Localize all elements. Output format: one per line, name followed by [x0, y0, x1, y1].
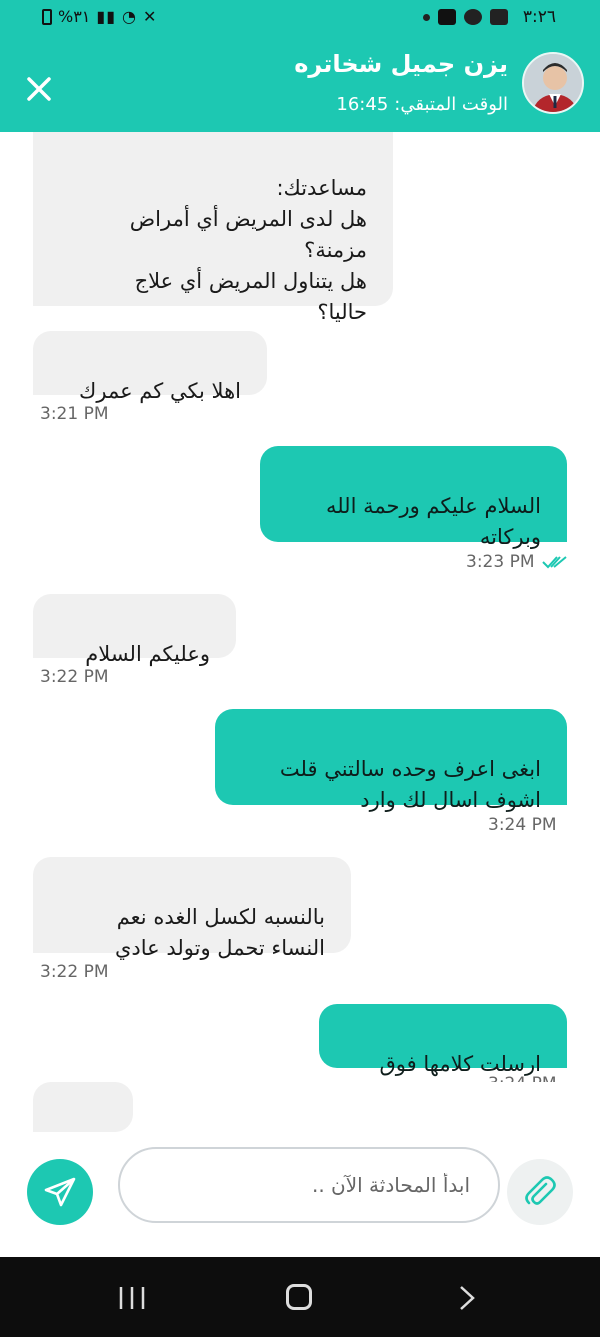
- message-bubble-incoming: بالنسبه لكسل الغده نعم النساء تحمل وتولد…: [33, 857, 351, 960]
- message-text: مساعدتك: هل لدى المريض أي أمراض مزمنة؟ ه…: [129, 176, 367, 324]
- message-time: 3:21 PM: [40, 404, 109, 424]
- message-input[interactable]: [120, 1149, 498, 1221]
- home-icon[interactable]: [286, 1284, 312, 1310]
- message-time: 3:24 PM: [488, 1076, 557, 1082]
- status-bar: %٣١ ▮▮ ◔ ✕ ٣:٢٦: [0, 0, 600, 36]
- message-bubble-incoming: وعليكم السلام: [33, 594, 236, 666]
- message-text: السلام عليكم ورحمة الله وبركاته: [325, 494, 541, 549]
- avatar[interactable]: [522, 52, 584, 114]
- message-text: ارسلت كلامها فوق: [379, 1052, 541, 1076]
- attach-button[interactable]: [507, 1159, 573, 1225]
- composer-bar: [0, 1137, 600, 1257]
- contact-name: يزن جميل شخاتره: [294, 50, 508, 78]
- back-icon[interactable]: [456, 1285, 478, 1311]
- message-list[interactable]: مساعدتك: هل لدى المريض أي أمراض مزمنة؟ ه…: [0, 132, 600, 1137]
- message-text: اهلا بكي كم عمرك: [79, 379, 241, 403]
- message-bubble-incoming-partial: مساعدتك: هل لدى المريض أي أمراض مزمنة؟ ه…: [33, 132, 393, 324]
- status-left-group: %٣١ ▮▮ ◔ ✕: [42, 7, 157, 26]
- battery-icon: [42, 8, 52, 25]
- remaining-time-row: الوقت المتبقي: 16:45: [336, 94, 508, 115]
- message-bubble-outgoing: السلام عليكم ورحمة الله وبركاته: [260, 446, 567, 549]
- status-time: ٣:٢٦: [522, 7, 556, 27]
- message-time: 3:24 PM: [488, 815, 557, 835]
- wifi-icon: ◔: [122, 7, 137, 26]
- read-receipt-icon: [542, 556, 567, 569]
- message-text: ابغى اعرف وحده سالتني قلت اشوف اسال لك و…: [279, 757, 541, 812]
- remaining-time-label: الوقت المتبقي:: [394, 94, 508, 115]
- mute-icon: ✕: [142, 7, 158, 26]
- notification-dot-icon: [423, 13, 430, 21]
- send-icon: [44, 1177, 76, 1207]
- send-button[interactable]: [27, 1159, 93, 1225]
- recent-apps-icon[interactable]: [118, 1285, 146, 1311]
- close-icon: [27, 77, 51, 101]
- message-bubble-incoming-partial: [33, 1082, 133, 1132]
- message-time: 3:23 PM: [466, 552, 535, 572]
- chat-header: %٣١ ▮▮ ◔ ✕ ٣:٢٦ يزن جميل شخاتره الوقت ال…: [0, 0, 600, 132]
- youtube-icon: [438, 9, 456, 25]
- message-bubble-outgoing: ارسلت كلامها فوق: [319, 1004, 567, 1076]
- message-text: وعليكم السلام: [85, 642, 210, 666]
- avatar-photo-icon: [524, 54, 582, 112]
- app-icon: [464, 9, 482, 25]
- message-bubble-incoming: اهلا بكي كم عمرك: [33, 331, 267, 403]
- signal-icon: ▮▮: [96, 7, 116, 26]
- notification-icons: [423, 9, 508, 25]
- message-time: 3:22 PM: [40, 962, 109, 982]
- chat-screen: %٣١ ▮▮ ◔ ✕ ٣:٢٦ يزن جميل شخاتره الوقت ال…: [0, 0, 600, 1337]
- battery-level: %٣١: [58, 7, 91, 26]
- message-bubble-outgoing: ابغى اعرف وحده سالتني قلت اشوف اسال لك و…: [215, 709, 567, 812]
- remaining-time-value: 16:45: [336, 94, 389, 115]
- message-text: بالنسبه لكسل الغده نعم النساء تحمل وتولد…: [114, 905, 325, 960]
- paperclip-icon: [525, 1176, 556, 1205]
- close-button[interactable]: [22, 72, 56, 106]
- message-time: 3:22 PM: [40, 667, 109, 687]
- system-navigation-bar: [0, 1257, 600, 1337]
- gallery-icon: [490, 9, 508, 25]
- message-input-box[interactable]: [118, 1147, 500, 1223]
